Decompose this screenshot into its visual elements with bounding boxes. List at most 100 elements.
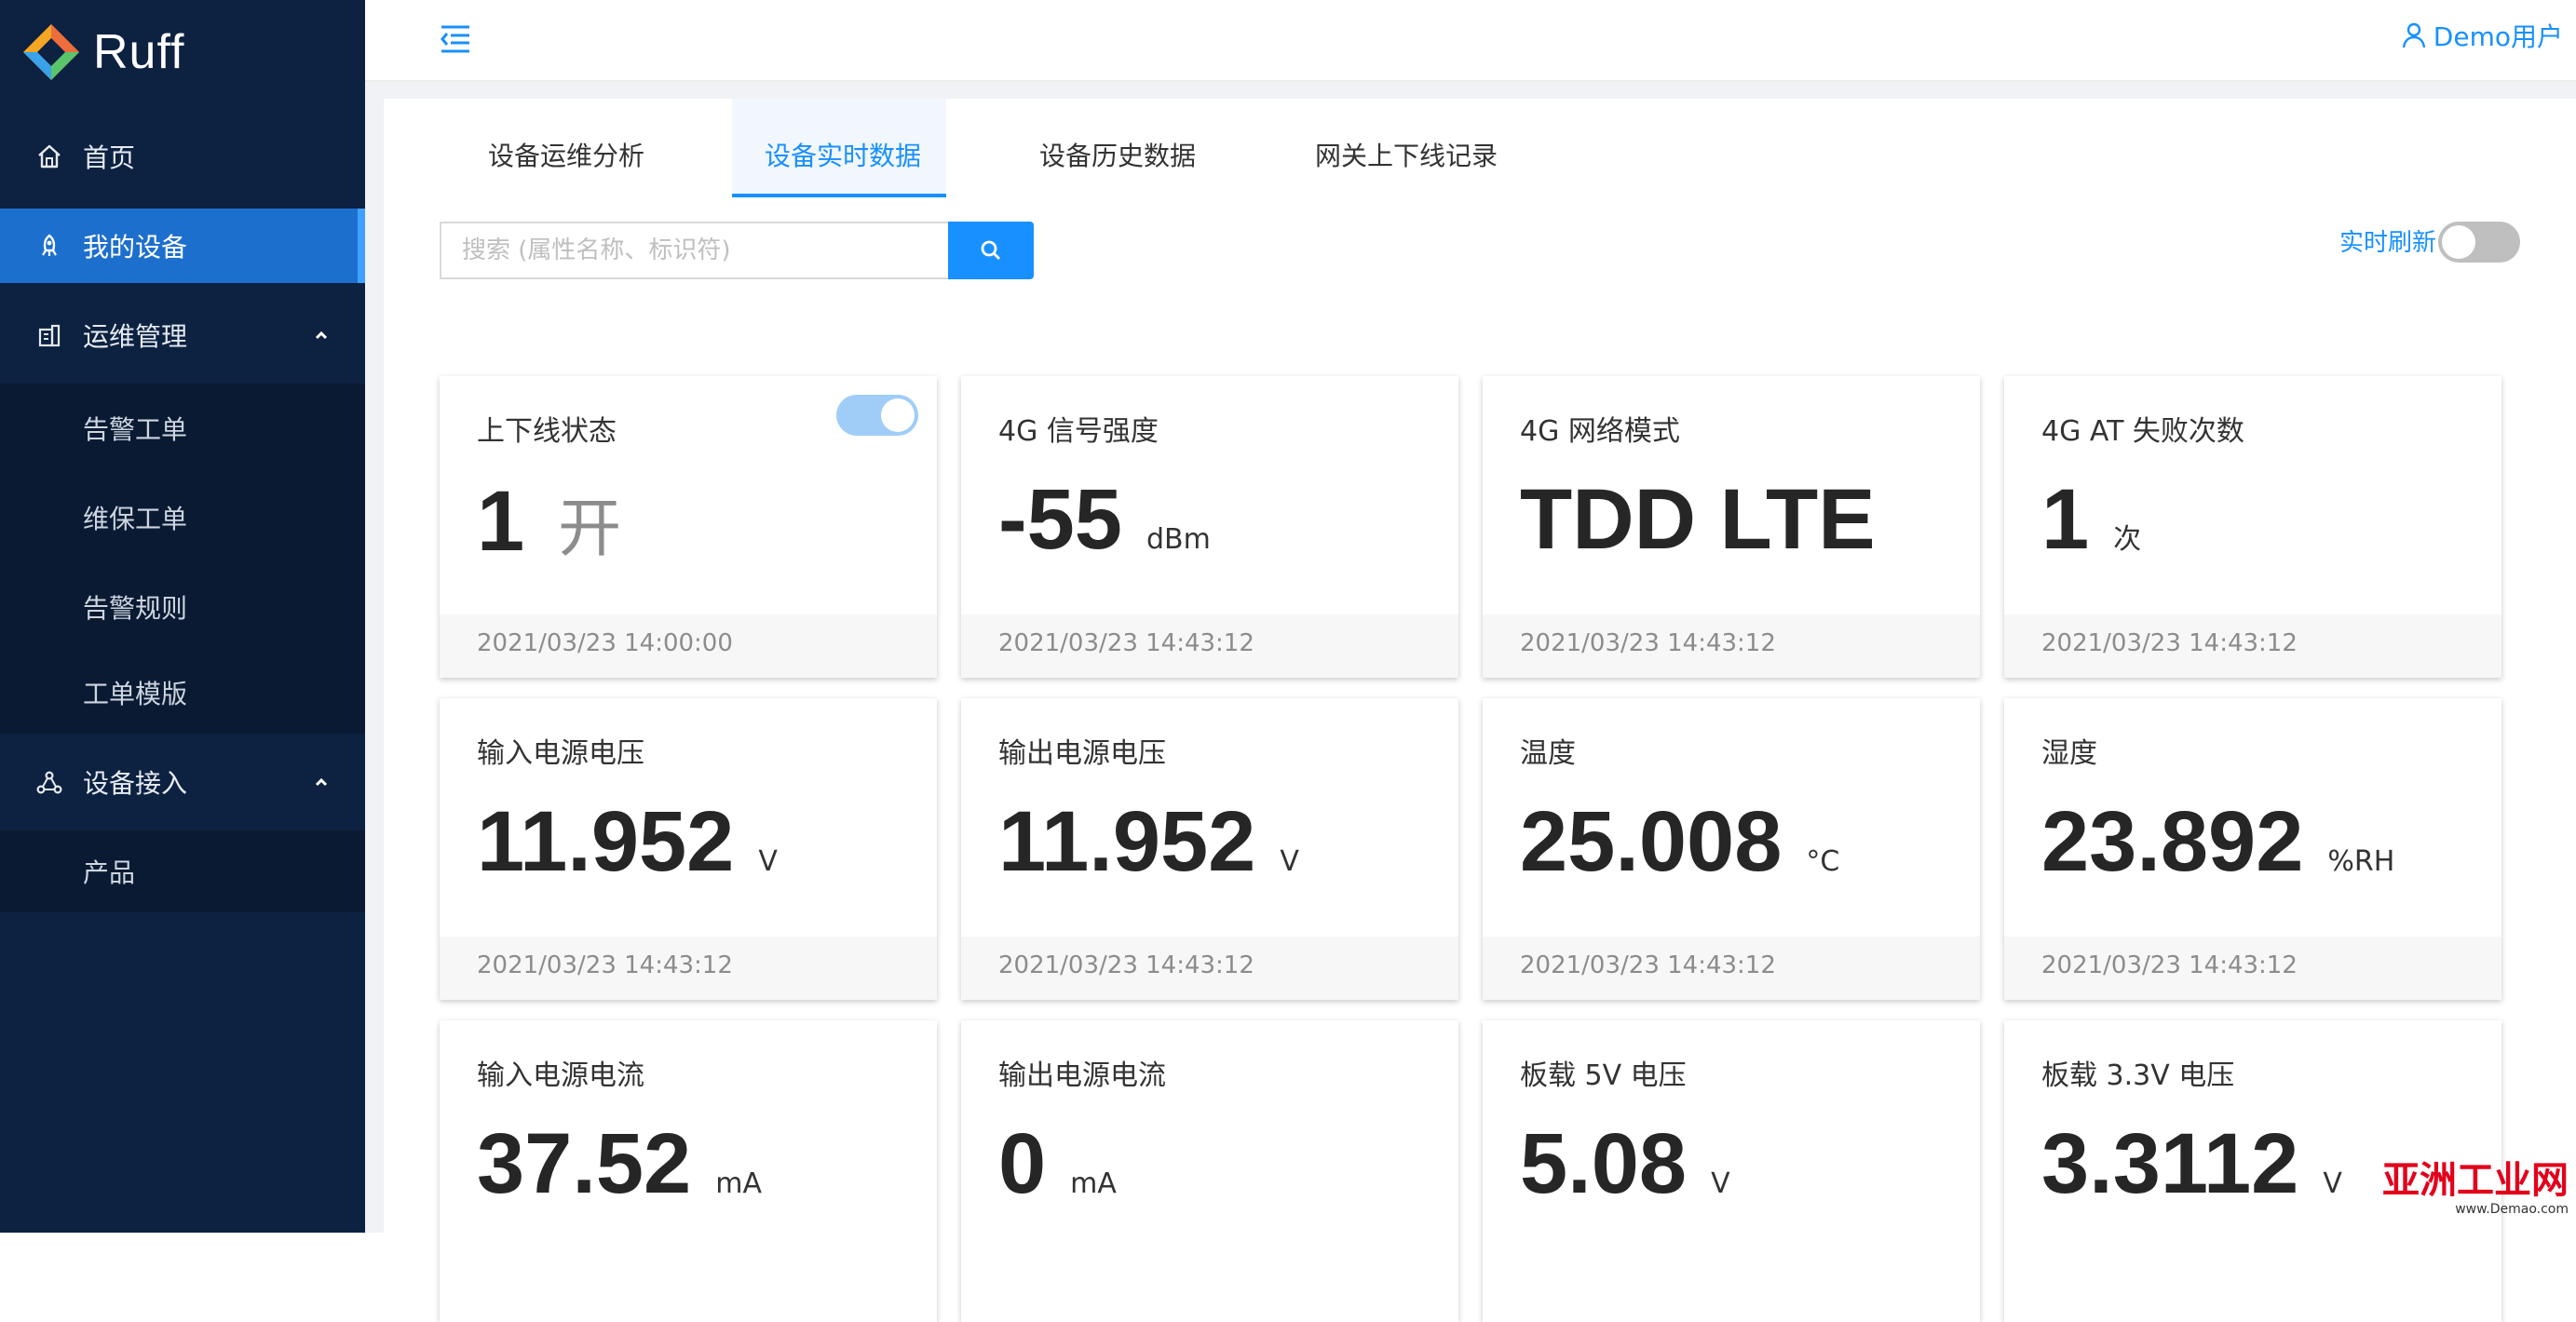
watermark-text: 亚洲工业网 — [2382, 1159, 2569, 1202]
sidebar-item-alarm-rules[interactable]: 告警规则 — [0, 562, 365, 652]
metric-card-4g-at-failures: 4G AT 失败次数 1次 2021/03/23 14:43:12 — [2004, 376, 2501, 678]
tab-gateway-online-log[interactable]: 网关上下线记录 — [1315, 136, 1498, 181]
metric-card-humidity: 湿度 23.892 %RH 2021/03/23 14:43:12 — [2004, 698, 2501, 1000]
metric-timestamp: 2021/03/23 14:43:12 — [477, 951, 733, 979]
watermark: 亚洲工业网 www.Demao.com — [2382, 1162, 2569, 1216]
metric-timestamp: 2021/03/23 14:43:12 — [998, 629, 1254, 657]
metric-unit: 开 — [558, 492, 622, 566]
sidebar-item-home[interactable]: 首页 — [0, 130, 365, 182]
watermark-sub: www.Demao.com — [2455, 1202, 2569, 1217]
online-status-switch[interactable] — [836, 395, 918, 436]
metric-value: 11.952 — [998, 794, 1256, 889]
metric-unit: °C — [1806, 845, 1840, 878]
metric-title: 湿度 — [2041, 737, 2097, 770]
metric-value: -55 — [998, 472, 1122, 567]
search-icon — [981, 240, 1000, 260]
metric-title: 4G 网络模式 — [1520, 415, 1680, 448]
building-icon — [35, 321, 63, 349]
realtime-refresh-switch[interactable] — [2438, 222, 2520, 263]
metric-value: 3.3112 — [2041, 1116, 2299, 1211]
sidebar-item-label: 我的设备 — [83, 232, 188, 263]
chevron-up-icon — [315, 777, 328, 787]
sidebar-item-label: 工单模版 — [83, 679, 188, 709]
metric-unit: V — [1711, 1167, 1730, 1200]
active-indicator — [358, 209, 365, 283]
metric-value: 1 — [2041, 472, 2090, 567]
main-content: 设备运维分析 设备实时数据 设备历史数据 网关上下线记录 实时刷新 上下线状态 … — [365, 82, 2576, 1322]
realtime-refresh-label: 实时刷新 — [2339, 229, 2436, 257]
sidebar-item-label: 告警工单 — [83, 414, 188, 445]
metric-title: 板载 3.3V 电压 — [2041, 1059, 2235, 1092]
metric-value: 1 — [477, 474, 525, 569]
metric-unit: V — [758, 845, 778, 878]
metric-value: 23.892 — [2041, 794, 2304, 889]
metric-timestamp: 2021/03/23 14:43:12 — [1520, 629, 1776, 657]
tab-device-history-data[interactable]: 设备历史数据 — [1039, 136, 1196, 181]
metric-unit: V — [2323, 1167, 2342, 1200]
metric-title: 板载 5V 电压 — [1520, 1059, 1687, 1092]
user-icon — [2402, 22, 2425, 48]
sidebar-item-label: 首页 — [83, 142, 136, 173]
search-box — [440, 222, 948, 279]
metric-value: 11.952 — [477, 794, 735, 889]
user-name: Demo用户 — [2433, 21, 2563, 52]
metric-card-input-current: 输入电源电流 37.52 mA — [440, 1020, 937, 1322]
sidebar-item-my-devices[interactable]: 我的设备 — [0, 209, 365, 283]
metric-card-board-5v: 板载 5V 电压 5.08 V — [1483, 1020, 1980, 1322]
sidebar-item-order-templates[interactable]: 工单模版 — [0, 652, 365, 734]
logo[interactable]: Ruff — [20, 19, 184, 86]
tab-device-realtime-data[interactable]: 设备实时数据 — [765, 136, 921, 181]
metric-unit: V — [1280, 845, 1299, 878]
metric-timestamp: 2021/03/23 14:43:12 — [998, 951, 1254, 979]
sidebar-item-alarm-orders[interactable]: 告警工单 — [0, 384, 365, 473]
metric-title: 4G AT 失败次数 — [2041, 415, 2244, 448]
switch-knob — [881, 398, 915, 432]
sidebar-item-label: 告警规则 — [83, 593, 188, 624]
metric-title: 上下线状态 — [477, 415, 617, 448]
metric-card-output-voltage: 输出电源电压 11.952 V 2021/03/23 14:43:12 — [961, 698, 1458, 1000]
metric-card-4g-network-mode: 4G 网络模式 TDD LTE 2021/03/23 14:43:12 — [1483, 376, 1980, 678]
metric-unit: %RH — [2327, 845, 2395, 878]
metric-unit: 次 — [2113, 523, 2142, 556]
content-panel: 设备运维分析 设备实时数据 设备历史数据 网关上下线记录 实时刷新 上下线状态 … — [384, 99, 2576, 1322]
metric-title: 温度 — [1520, 737, 1576, 770]
sidebar-item-label: 维保工单 — [83, 504, 188, 534]
switch-knob — [2442, 225, 2475, 259]
metric-value: 37.52 — [477, 1116, 692, 1211]
metric-title: 4G 信号强度 — [998, 415, 1159, 448]
metric-value: 25.008 — [1520, 794, 1783, 889]
sidebar-item-device-access[interactable]: 设备接入 — [0, 756, 365, 808]
metric-unit: mA — [715, 1167, 762, 1200]
top-header: Demo用户 — [365, 0, 2576, 82]
metric-timestamp: 2021/03/23 14:43:12 — [2041, 951, 2298, 979]
sidebar-item-label: 设备接入 — [83, 768, 188, 799]
tab-ink-bar — [732, 194, 946, 197]
user-menu[interactable]: Demo用户 — [2402, 17, 2563, 54]
metric-card-input-voltage: 输入电源电压 11.952 V 2021/03/23 14:43:12 — [440, 698, 937, 1000]
metric-value: 0 — [998, 1116, 1047, 1211]
metric-timestamp: 2021/03/23 14:00:00 — [477, 629, 733, 657]
metric-timestamp: 2021/03/23 14:43:12 — [2041, 629, 2298, 657]
metric-value: 5.08 — [1520, 1116, 1688, 1211]
metric-card-4g-signal: 4G 信号强度 -55 dBm 2021/03/23 14:43:12 — [961, 376, 1458, 678]
sidebar-item-label: 产品 — [83, 857, 136, 888]
sidebar-item-maintenance-orders[interactable]: 维保工单 — [0, 473, 365, 562]
search-button[interactable] — [948, 222, 1034, 279]
metric-value: TDD LTE — [1520, 472, 1876, 567]
metric-timestamp: 2021/03/23 14:43:12 — [1520, 951, 1776, 979]
metric-card-output-current: 输出电源电流 0 mA — [961, 1020, 1458, 1322]
metric-unit: dBm — [1146, 523, 1211, 556]
ruff-logo-icon — [23, 24, 79, 80]
metric-title: 输出电源电流 — [998, 1059, 1166, 1092]
sidebar-item-products[interactable]: 产品 — [0, 830, 365, 912]
sidebar: Ruff 首页 我的设备 运维管理 告警工单 维保工单 告警规则 工单模版 设备… — [0, 0, 365, 1233]
cluster-icon — [35, 768, 63, 796]
search-input[interactable] — [441, 223, 948, 277]
tab-device-ops-analysis[interactable]: 设备运维分析 — [488, 136, 644, 181]
logo-text: Ruff — [93, 25, 185, 79]
metric-card-online-status: 上下线状态 1开 2021/03/23 14:00:00 — [440, 376, 937, 678]
metric-title: 输入电源电压 — [477, 737, 644, 770]
sidebar-item-label: 运维管理 — [83, 321, 188, 352]
sidebar-item-ops-management[interactable]: 运维管理 — [0, 309, 365, 361]
menu-fold-icon[interactable] — [440, 24, 471, 54]
